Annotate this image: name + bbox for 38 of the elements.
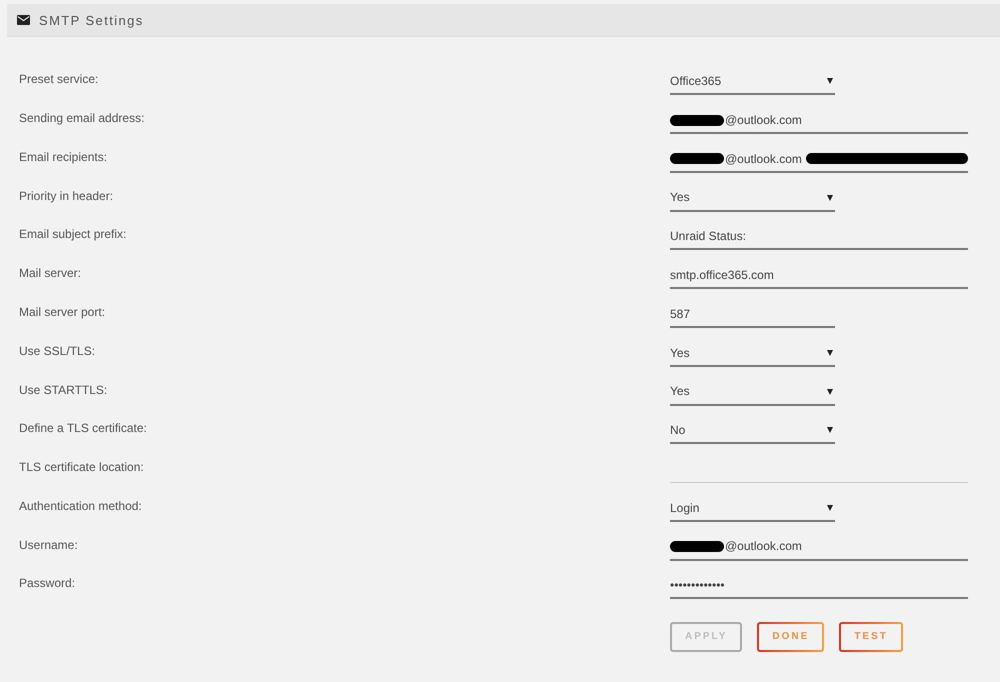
caret-icon	[827, 388, 833, 394]
redaction-mark	[670, 153, 724, 164]
caret-icon	[827, 194, 833, 201]
field-label: Use STARTTLS:	[19, 382, 108, 396]
number-field[interactable]: 587	[670, 302, 835, 328]
dropdown[interactable]: Login	[670, 496, 835, 522]
dropdown[interactable]: No	[670, 418, 835, 444]
field-label: Authentication method:	[19, 498, 142, 513]
dropdown[interactable]: Yes	[670, 340, 835, 367]
field-label: Use SSL/TLS:	[19, 344, 96, 358]
text-field[interactable]: Unraid Status:	[670, 224, 968, 250]
dropdown[interactable]: Yes	[670, 380, 835, 406]
field-label: Define a TLS certificate:	[19, 421, 147, 436]
field-label: Preset service:	[19, 72, 98, 86]
envelope-icon	[17, 15, 30, 25]
text-field[interactable]: @outlook.com	[670, 146, 968, 173]
caret-icon	[827, 350, 833, 356]
caret-icon	[827, 78, 833, 84]
password-field[interactable]: •••••••••••••	[670, 573, 968, 600]
field-label: Mail server port:	[19, 304, 106, 319]
field-label: Priority in header:	[19, 188, 114, 203]
text-field[interactable]: @outlook.com	[670, 108, 968, 134]
text-field[interactable]: smtp.office365.com	[670, 263, 968, 290]
field-label: Sending email address:	[19, 111, 144, 126]
field-label: Email recipients:	[19, 150, 108, 164]
field-label: Password:	[19, 576, 76, 590]
dropdown[interactable]: Office365	[670, 69, 835, 96]
field-label: TLS certificate location:	[19, 460, 144, 474]
field-label: Mail server:	[19, 266, 82, 280]
redaction-mark	[670, 541, 724, 552]
field-label: Username:	[19, 538, 78, 552]
panel-title: SMTP Settings	[39, 14, 144, 26]
caret-icon	[827, 504, 833, 511]
field-label: Email subject prefix:	[19, 227, 126, 242]
redaction-mark	[670, 114, 724, 126]
caret-icon	[827, 427, 833, 434]
dropdown[interactable]: Yes	[670, 186, 835, 212]
text-field[interactable]: @outlook.com	[670, 534, 968, 561]
